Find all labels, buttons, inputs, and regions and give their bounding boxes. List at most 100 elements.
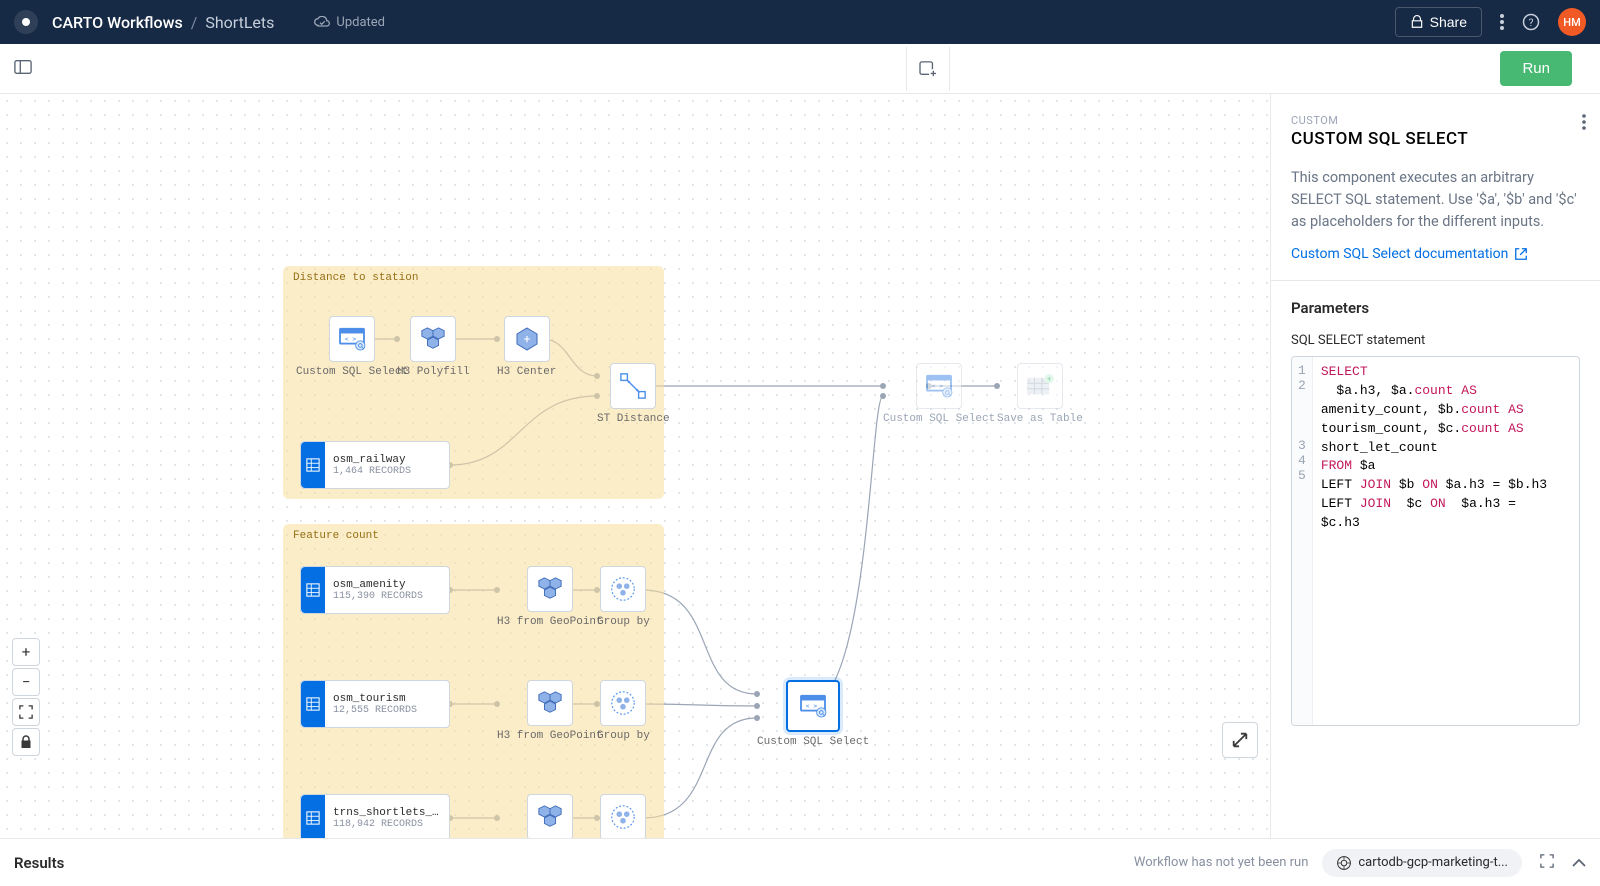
table-node[interactable]: osm_railway1,464 RECORDS [300, 441, 450, 489]
table-node[interactable]: osm_tourism12,555 RECORDS [300, 680, 450, 728]
zoom-controls: + − [12, 638, 40, 758]
svg-text:+: + [523, 332, 530, 346]
workflow-node[interactable]: H3 from GeoPoint [497, 680, 603, 742]
workflow-node[interactable]: < > Custom SQL Select [296, 316, 408, 378]
table-records: 115,390 RECORDS [333, 591, 423, 602]
zoom-out-button[interactable]: − [12, 668, 40, 696]
workflow-canvas[interactable]: Distance to station Feature count osm_rai… [0, 94, 1270, 838]
expand-icon [1540, 854, 1554, 868]
left-panel-toggle[interactable] [14, 59, 32, 79]
toolbar: Run [0, 44, 1600, 94]
workflow-node[interactable]: H3 from GeoPoint [497, 566, 603, 628]
node-label: H3 Center [497, 366, 556, 378]
kebab-icon [1582, 114, 1586, 130]
results-label[interactable]: Results [14, 854, 64, 872]
zoom-in-button[interactable]: + [12, 638, 40, 666]
table-records: 12,555 RECORDS [333, 705, 417, 716]
panel-kebab-button[interactable] [1582, 114, 1586, 134]
workflow-node[interactable]: + Save as Table [997, 363, 1083, 425]
collapse-results-button[interactable] [1572, 853, 1586, 872]
table-records: 118,942 RECORDS [333, 819, 441, 830]
node-label: Custom SQL Select [296, 366, 408, 378]
add-node-icon [919, 61, 937, 77]
code-content: SELECT $a.h3, $a.count AS amenity_count,… [1313, 357, 1555, 725]
table-records: 1,464 RECORDS [333, 466, 411, 477]
main-area: Distance to station Feature count osm_rai… [0, 94, 1600, 838]
table-node[interactable]: trns_shortlets_20...118,942 RECORDS [300, 794, 450, 838]
node-label: Custom SQL Select [883, 413, 995, 425]
documentation-link[interactable]: Custom SQL Select documentation [1291, 246, 1528, 262]
parameters-heading: Parameters [1291, 299, 1580, 317]
save-status: Updated [314, 15, 385, 30]
run-status: Workflow has not yet been run [1134, 855, 1308, 870]
group-label: Feature count [293, 530, 379, 542]
app-menu-dot[interactable] [14, 10, 38, 34]
kebab-icon [1500, 14, 1504, 30]
node-label: Custom SQL Select [757, 736, 869, 748]
arrange-button[interactable] [1222, 722, 1258, 758]
parameter-label: SQL SELECT statement [1291, 333, 1580, 348]
workflow-node[interactable]: < > Custom SQL Select [757, 680, 869, 748]
hex-icon: + [504, 316, 550, 362]
table-icon [301, 567, 325, 613]
sql-icon: < > [329, 316, 375, 362]
breadcrumb-divider: / [191, 13, 198, 32]
group-label: Distance to station [293, 272, 418, 284]
svg-text:< >: < > [345, 335, 357, 343]
run-button[interactable]: Run [1500, 51, 1572, 86]
node-label: H3 from GeoPoint [497, 730, 603, 742]
lock-icon [1410, 15, 1424, 29]
table-name: osm_amenity [333, 579, 423, 591]
connection-pill[interactable]: cartodb-gcp-marketing-t... [1322, 849, 1522, 877]
project-name[interactable]: ShortLets [205, 13, 274, 32]
app-title: CARTO Workflows [52, 13, 183, 32]
component-category: CUSTOM [1291, 114, 1580, 127]
group-icon [600, 566, 646, 612]
group-icon [600, 680, 646, 726]
table-icon [301, 442, 325, 488]
node-label: H3 from GeoPoint [497, 616, 603, 628]
sql-editor[interactable]: 1 2 . . . 3 4 5 SELECT $a.h3, $a.count A… [1291, 356, 1580, 726]
hexgrid-icon [410, 316, 456, 362]
workflow-node[interactable]: H3 Polyfill [397, 316, 470, 378]
share-button[interactable]: Share [1395, 7, 1482, 37]
workflow-node[interactable]: Group by [597, 566, 650, 628]
workflow-node[interactable]: ST Distance [597, 363, 670, 425]
workflow-node[interactable]: Group by [597, 680, 650, 742]
table-node[interactable]: osm_amenity115,390 RECORDS [300, 566, 450, 614]
table-name: trns_shortlets_20... [333, 807, 441, 819]
table-icon [301, 795, 325, 838]
workflow-node[interactable]: Group by [597, 794, 650, 838]
group-icon [600, 794, 646, 838]
zoom-lock-button[interactable] [12, 728, 40, 756]
table-name: osm_railway [333, 454, 411, 466]
chevron-up-icon [1572, 858, 1586, 868]
zoom-fit-button[interactable] [12, 698, 40, 726]
table-icon [301, 681, 325, 727]
workflow-node[interactable]: < >Custom SQL Select [883, 363, 995, 425]
node-label: Group by [597, 730, 650, 742]
workflow-node[interactable]: + H3 Center [497, 316, 556, 378]
workflow-node[interactable]: H3 from GeoPoint [497, 794, 603, 838]
save-icon: + [1017, 363, 1063, 409]
expand-results-button[interactable] [1540, 853, 1554, 872]
component-description: This component executes an arbitrary SEL… [1291, 167, 1580, 232]
avatar[interactable]: HM [1558, 8, 1586, 36]
external-link-icon [1514, 247, 1528, 261]
properties-panel: CUSTOM CUSTOM SQL SELECT This component … [1270, 94, 1600, 838]
node-label: ST Distance [597, 413, 670, 425]
help-button[interactable]: ? [1522, 13, 1540, 31]
add-node-button[interactable] [906, 47, 950, 91]
kebab-menu-button[interactable] [1500, 14, 1504, 30]
hexgrid-icon [527, 680, 573, 726]
node-label: H3 Polyfill [397, 366, 470, 378]
hexgrid-icon [527, 566, 573, 612]
arrange-icon [1231, 731, 1249, 749]
help-icon: ? [1522, 13, 1540, 31]
code-gutter: 1 2 . . . 3 4 5 [1292, 357, 1313, 725]
sql-icon: < > [786, 680, 840, 732]
results-bar: Results Workflow has not yet been run ca… [0, 838, 1600, 886]
dist-icon [610, 363, 656, 409]
svg-text:?: ? [1529, 16, 1534, 29]
node-label: Save as Table [997, 413, 1083, 425]
